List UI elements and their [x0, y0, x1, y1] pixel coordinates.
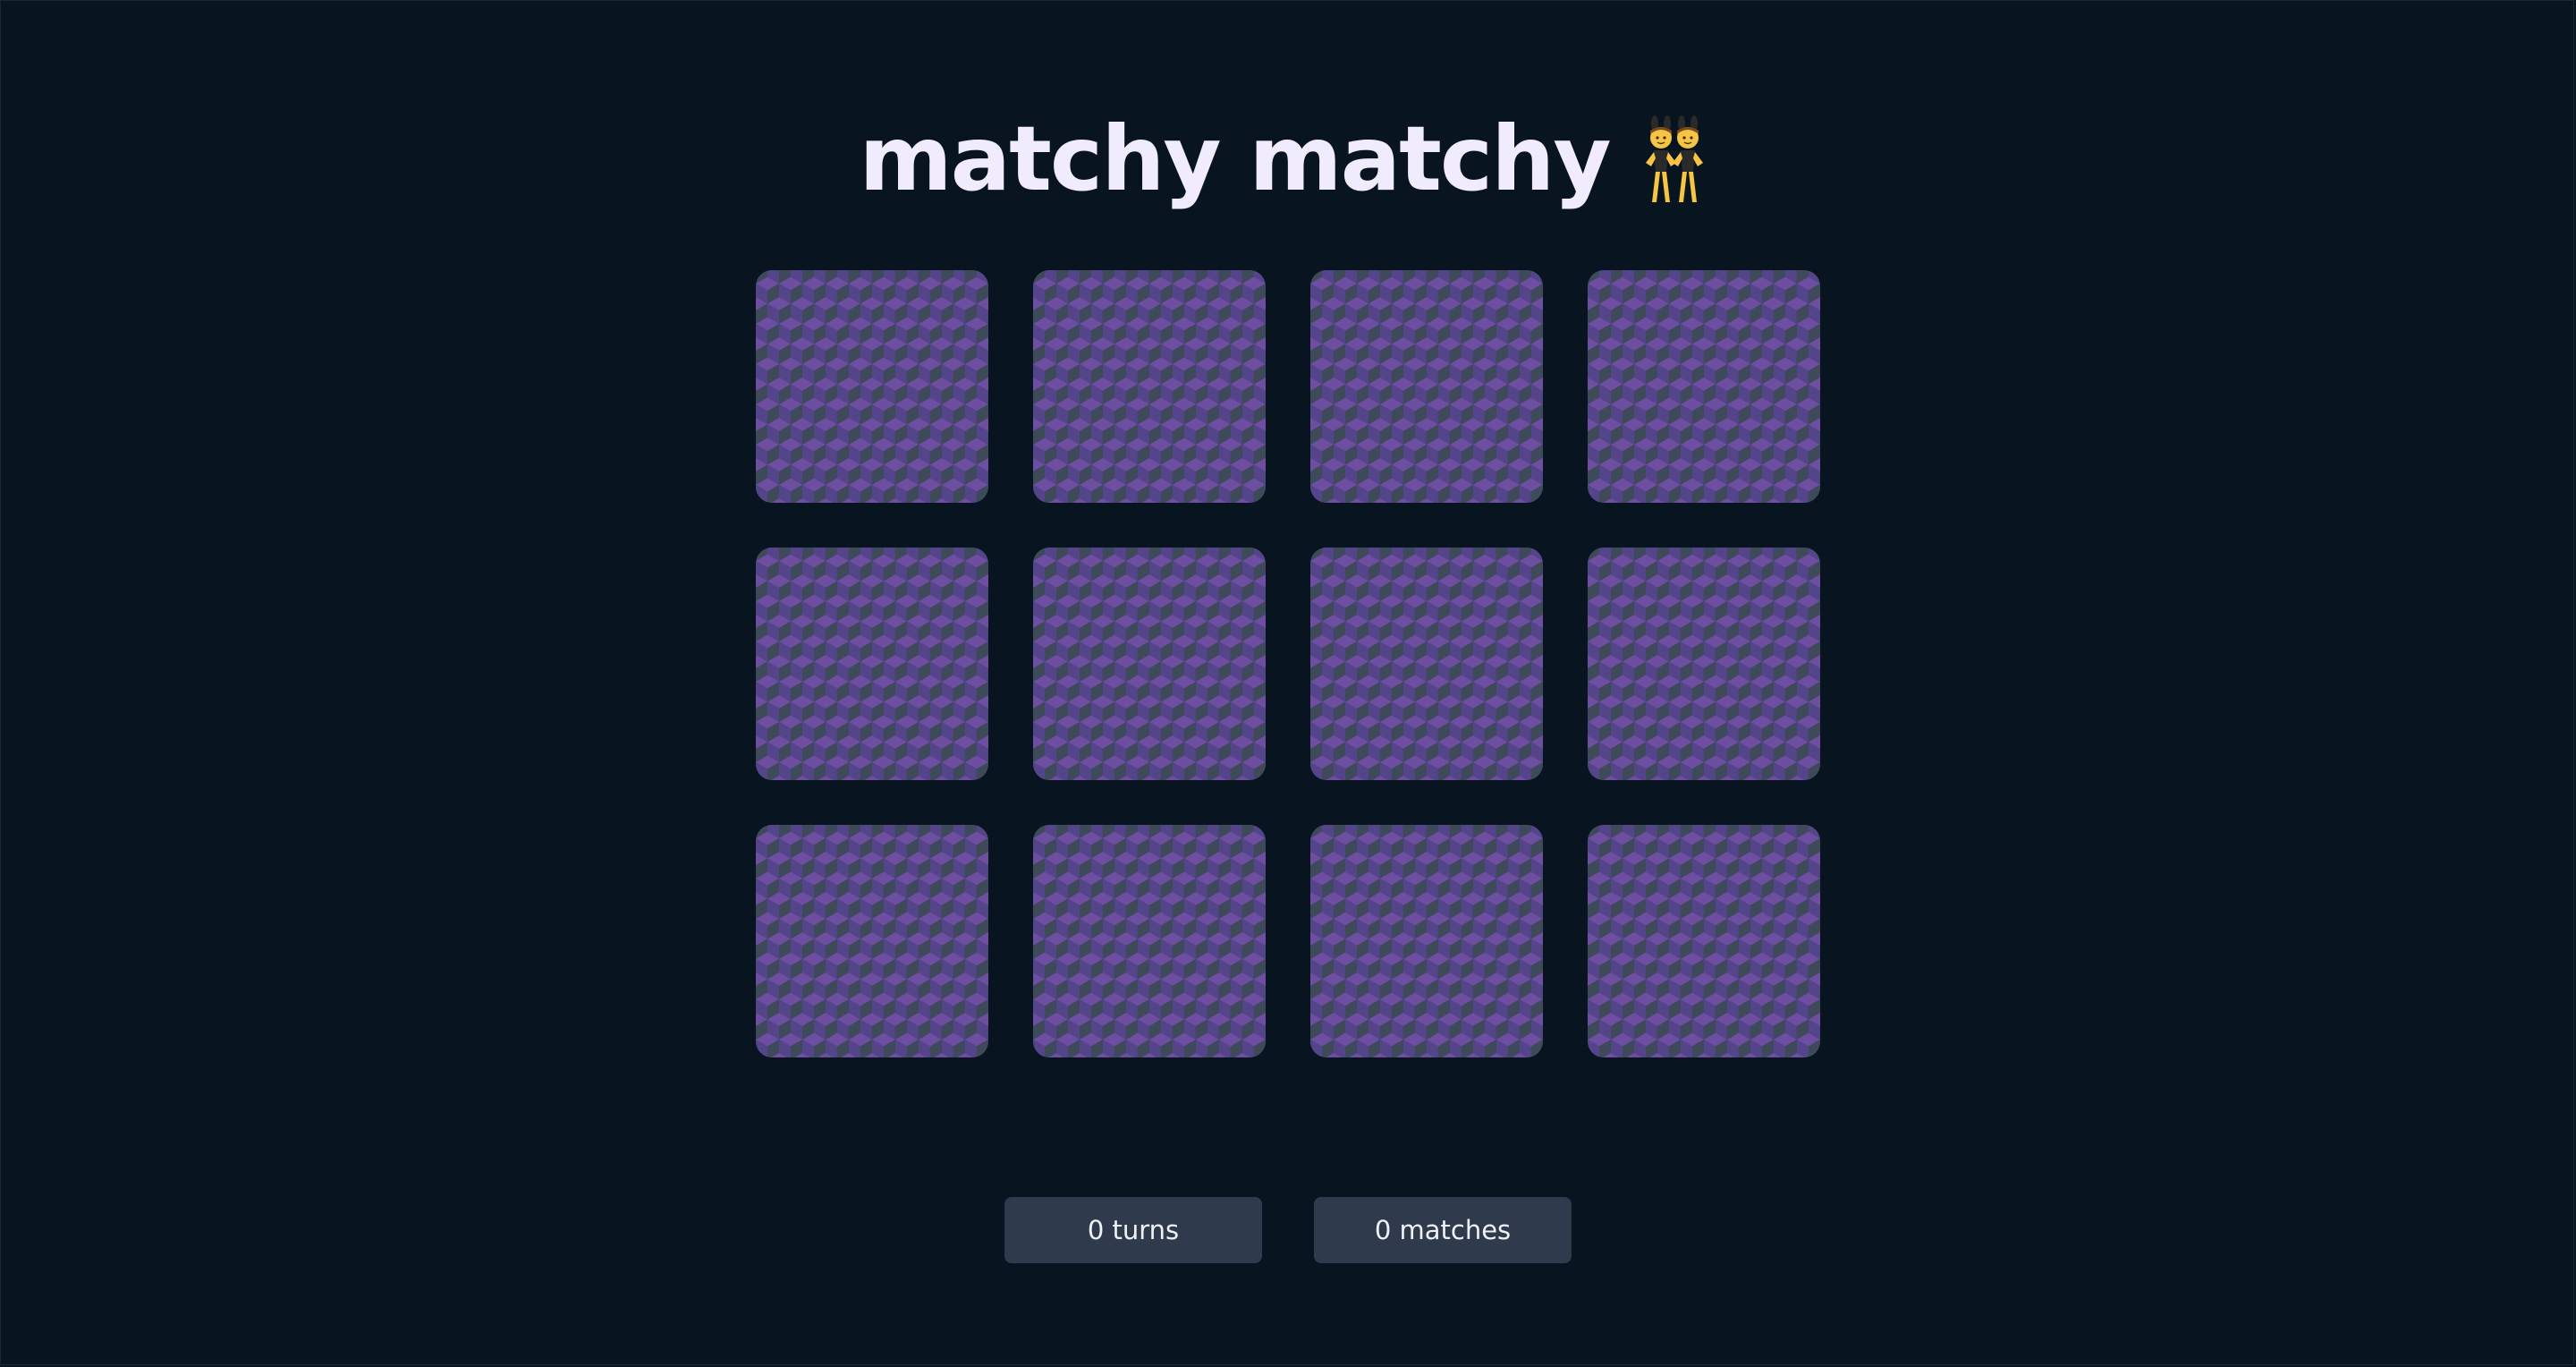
- card-back-pattern: [756, 270, 988, 503]
- card-back-pattern: [1033, 825, 1266, 1057]
- memory-card[interactable]: [1033, 270, 1266, 503]
- memory-card[interactable]: [1310, 825, 1543, 1057]
- card-back-pattern: [756, 825, 988, 1057]
- memory-card[interactable]: [1310, 270, 1543, 503]
- memory-card[interactable]: [1033, 825, 1266, 1057]
- memory-card[interactable]: [1588, 548, 1820, 780]
- memory-card[interactable]: [1310, 548, 1543, 780]
- card-back-pattern: [1588, 825, 1820, 1057]
- header: matchy matchy: [0, 106, 2576, 213]
- page-title: matchy matchy: [859, 106, 1611, 211]
- memory-card[interactable]: [756, 825, 988, 1057]
- women-with-bunny-ears-icon: [1630, 115, 1717, 204]
- memory-card[interactable]: [756, 270, 988, 503]
- card-back-pattern: [1310, 825, 1543, 1057]
- card-back-pattern: [1033, 270, 1266, 503]
- card-grid: [756, 270, 1820, 1057]
- card-back-pattern: [1033, 548, 1266, 780]
- card-back-pattern: [1310, 270, 1543, 503]
- matches-counter: 0 matches: [1314, 1197, 1572, 1263]
- memory-card[interactable]: [1033, 548, 1266, 780]
- memory-card[interactable]: [1588, 825, 1820, 1057]
- card-back-pattern: [1310, 548, 1543, 780]
- memory-card[interactable]: [1588, 270, 1820, 503]
- card-back-pattern: [756, 548, 988, 780]
- memory-card[interactable]: [756, 548, 988, 780]
- turns-counter: 0 turns: [1004, 1197, 1262, 1263]
- card-back-pattern: [1588, 548, 1820, 780]
- card-back-pattern: [1588, 270, 1820, 503]
- stats-bar: 0 turns 0 matches: [1004, 1197, 1572, 1263]
